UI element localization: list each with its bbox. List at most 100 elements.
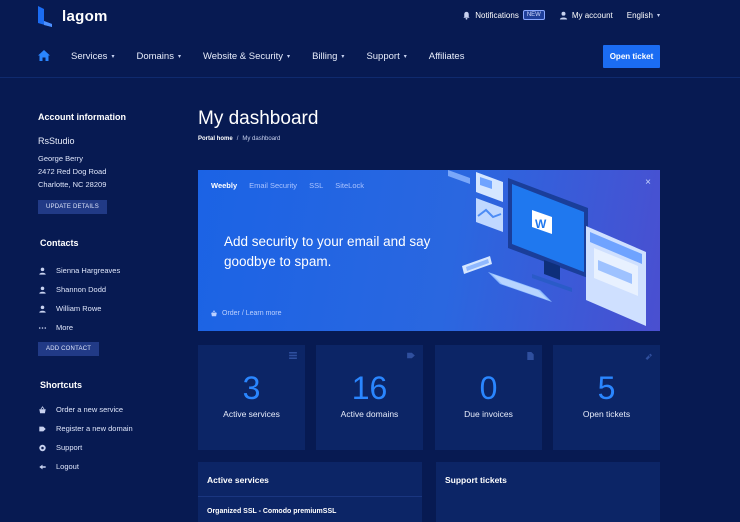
shortcuts-heading: Shortcuts <box>40 380 83 390</box>
language-label: English <box>626 10 653 20</box>
address-block: George Berry 2472 Red Dog Road Charlotte… <box>38 152 178 191</box>
contacts-heading: Contacts <box>40 238 79 248</box>
shortcut-label: Support <box>56 443 83 452</box>
shortcuts-list: Order a new service Register a new domai… <box>38 400 178 476</box>
notifications-link[interactable]: Notifications NEW <box>462 10 545 20</box>
stat-value: 3 <box>242 370 261 406</box>
chevron-down-icon: ▾ <box>177 54 181 60</box>
shortcut-register-domain[interactable]: Register a new domain <box>38 419 178 438</box>
more-contacts-link[interactable]: More <box>38 318 178 337</box>
weebly-illustration: W <box>448 170 646 326</box>
bell-icon <box>463 11 470 20</box>
account-info-heading: Account information <box>38 112 126 122</box>
logout-icon <box>39 464 46 469</box>
account-info-section: Account information RsStudio George Berr… <box>38 112 178 214</box>
nav-item-billing[interactable]: Billing ▾ <box>312 51 344 62</box>
promo-tab-ssl[interactable]: SSL <box>309 181 323 190</box>
promo-order-link[interactable]: Order / Learn more <box>210 310 282 317</box>
stats-row: 3 Active services 16 Active domains 0 Du… <box>198 345 660 450</box>
user-icon <box>559 11 567 20</box>
basket-icon <box>39 405 46 413</box>
contacts-list: Sienna Hargreaves Shannon Dodd William R… <box>38 261 178 337</box>
contacts-section: Contacts Sienna Hargreaves Shannon Dodd … <box>38 238 178 356</box>
stat-value: 0 <box>479 370 498 406</box>
stat-value: 5 <box>597 370 616 406</box>
nav-label: Support <box>366 51 400 62</box>
language-selector[interactable]: English ▾ <box>627 11 660 20</box>
notifications-label: Notifications <box>475 10 519 20</box>
logo[interactable]: lagom <box>36 4 108 28</box>
breadcrumb-home-link[interactable]: Portal home <box>198 136 233 142</box>
stat-label: Open tickets <box>582 409 631 419</box>
address-line: 2472 Red Dog Road <box>38 167 107 176</box>
nav-item-website-security[interactable]: Website & Security ▾ <box>203 51 290 62</box>
nav-label: Billing <box>312 51 338 62</box>
chevron-down-icon: ▾ <box>287 54 291 60</box>
lifebuoy-icon <box>39 444 46 451</box>
promo-tab-email-security[interactable]: Email Security <box>249 181 297 190</box>
shortcuts-section: Shortcuts Order a new service Register a… <box>38 380 178 476</box>
service-row[interactable]: Organized SSL - Comodo premiumSSL <box>207 508 336 515</box>
tag-icon <box>407 352 415 359</box>
nav-item-domains[interactable]: Domains ▾ <box>136 51 181 62</box>
my-account-label: My account <box>571 10 613 20</box>
chevron-down-icon: ▾ <box>111 54 115 60</box>
nav-label: Services <box>71 51 108 62</box>
document-icon <box>527 352 534 360</box>
top-bar: lagom Notifications NEW My account Engli… <box>0 0 740 34</box>
shortcut-logout[interactable]: Logout <box>38 457 178 476</box>
breadcrumb-separator: / <box>236 136 239 142</box>
main-header: My dashboard Portal home / My dashboard <box>198 108 660 142</box>
contact-name: William Rowe <box>56 304 102 313</box>
promo-banner: Weebly Email Security SSL SiteLock × Add… <box>198 170 660 331</box>
ticket-icon <box>645 353 652 360</box>
contact-item[interactable]: Shannon Dodd <box>38 280 178 299</box>
contact-item[interactable]: William Rowe <box>38 299 178 318</box>
list-icon <box>289 352 297 359</box>
stat-card-due-invoices[interactable]: 0 Due invoices <box>435 345 542 450</box>
weebly-w-icon: W <box>535 217 547 231</box>
new-badge: NEW <box>522 10 545 20</box>
shortcut-order-service[interactable]: Order a new service <box>38 400 178 419</box>
tag-icon <box>39 426 46 431</box>
promo-tab-sitelock[interactable]: SiteLock <box>335 181 364 190</box>
stat-card-active-services[interactable]: 3 Active services <box>198 345 305 450</box>
nav-item-services[interactable]: Services ▾ <box>71 51 114 62</box>
chevron-down-icon: ▾ <box>656 12 660 19</box>
main-nav: Services ▾ Domains ▾ Website & Security ▾ B… <box>0 34 740 78</box>
address-line: Charlotte, NC 28209 <box>38 180 107 189</box>
brand-name: lagom <box>62 7 108 25</box>
nav-item-affiliates[interactable]: Affiliates <box>429 51 465 62</box>
more-label: More <box>56 323 74 332</box>
contact-name: Sienna Hargreaves <box>56 266 121 275</box>
user-icon <box>39 267 46 275</box>
nav-item-support[interactable]: Support ▾ <box>366 51 406 62</box>
top-right-menu: Notifications NEW My account English ▾ <box>448 10 660 20</box>
support-tickets-panel: Support tickets <box>436 462 660 522</box>
shortcut-label: Logout <box>56 462 79 471</box>
nav-label: Affiliates <box>428 51 465 62</box>
add-contact-button[interactable]: ADD CONTACT <box>38 342 100 356</box>
promo-link-label: Order / Learn more <box>222 310 282 317</box>
update-details-button[interactable]: UPDATE DETAILS <box>38 200 107 214</box>
panel-divider <box>198 496 422 497</box>
shortcut-support[interactable]: Support <box>38 438 178 457</box>
shortcut-label: Order a new service <box>56 405 124 414</box>
promo-tab-weebly[interactable]: Weebly <box>211 181 237 190</box>
stat-card-active-domains[interactable]: 16 Active domains <box>316 345 423 450</box>
address-line: George Berry <box>38 154 84 163</box>
my-account-link[interactable]: My account <box>559 11 613 20</box>
home-icon[interactable] <box>38 50 50 61</box>
promo-headline: Add security to your email and say goodb… <box>224 234 431 269</box>
panel-title: Support tickets <box>445 475 507 485</box>
stat-label: Active domains <box>340 409 399 419</box>
stat-label: Active services <box>223 409 280 419</box>
contact-item[interactable]: Sienna Hargreaves <box>38 261 178 280</box>
company-name: RsStudio <box>38 136 75 146</box>
sidebar: Account information RsStudio George Berr… <box>38 112 178 476</box>
nav-items: Services ▾ Domains ▾ Website & Security ▾ B… <box>71 51 486 62</box>
stat-card-open-tickets[interactable]: 5 Open tickets <box>553 345 660 450</box>
user-icon <box>39 286 46 294</box>
stat-value: 16 <box>351 370 388 406</box>
open-ticket-button[interactable]: Open ticket <box>603 45 660 68</box>
